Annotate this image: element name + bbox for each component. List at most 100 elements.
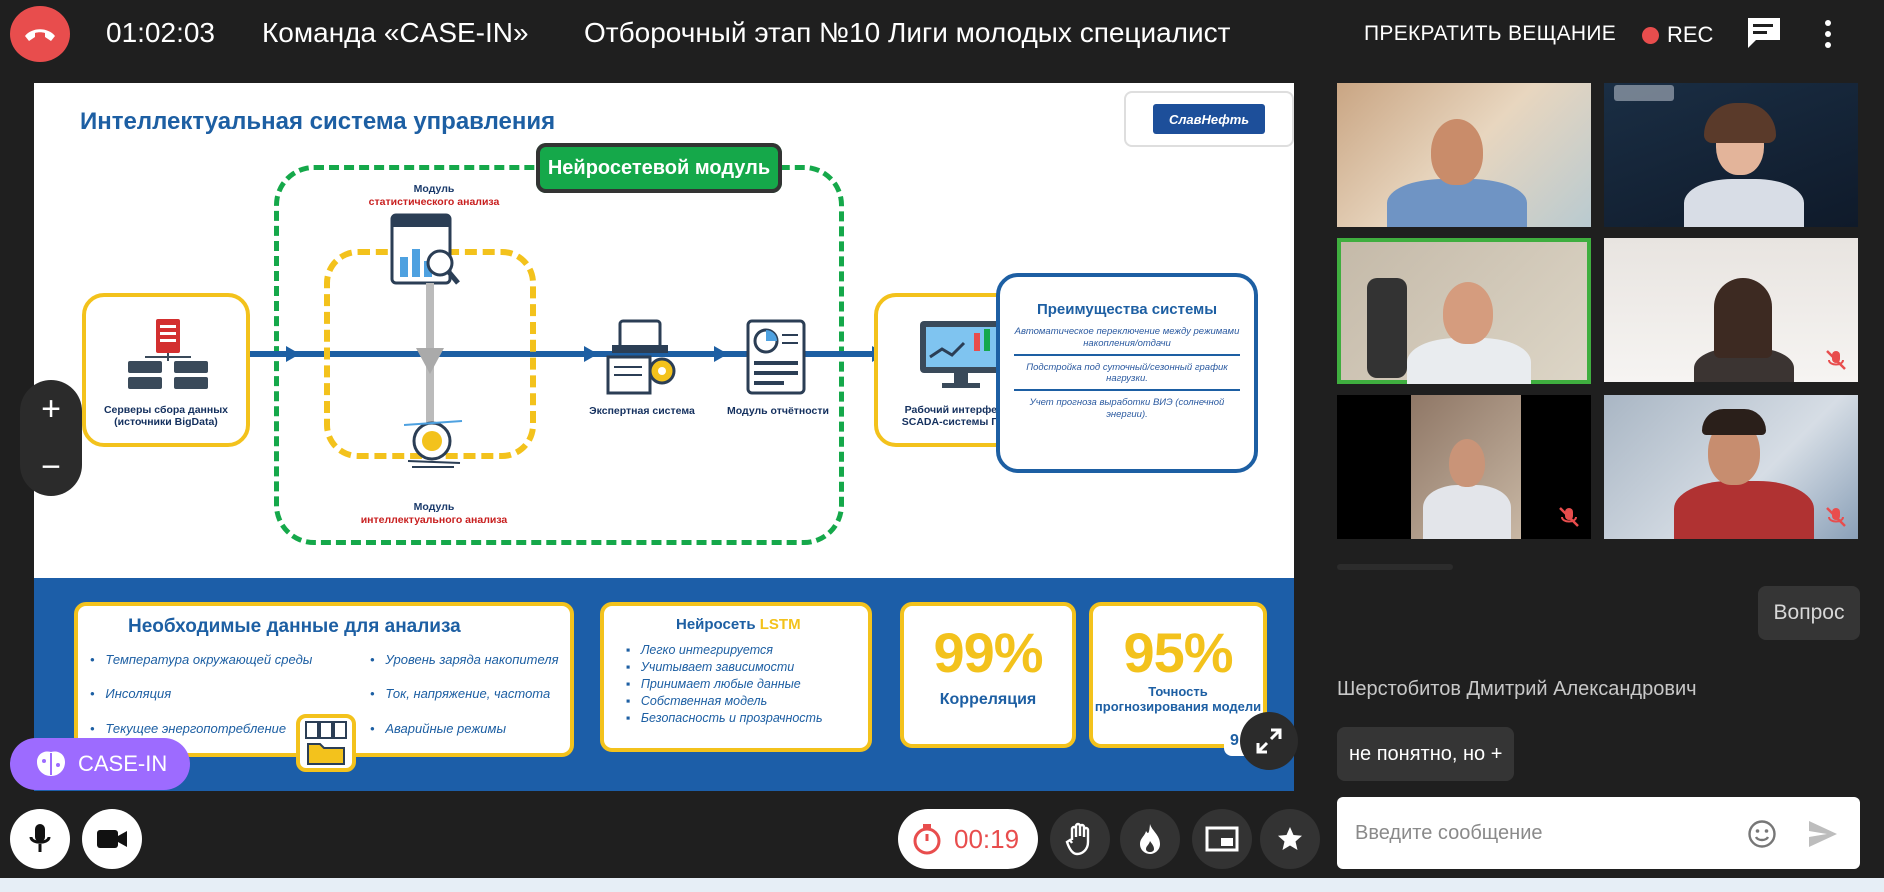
intel-module-label: Модуль интеллектуального анализа xyxy=(344,501,524,527)
elapsed-time: 01:02:03 xyxy=(106,17,215,48)
data-item: • Текущее энергопотребление xyxy=(90,721,287,736)
case-in-label: CASE-IN xyxy=(78,751,168,776)
conference-app: 01:02:03 Команда «CASE-IN» Отборочный эт… xyxy=(0,0,1884,892)
report-icon xyxy=(746,319,806,395)
video-camera-icon xyxy=(97,830,127,848)
microphone-button[interactable] xyxy=(10,809,70,869)
correlation-card: 99% Корреляция xyxy=(900,602,1076,748)
top-bar: 01:02:03 Команда «CASE-IN» Отборочный эт… xyxy=(0,0,1884,68)
lstm-title: Нейросеть LSTM xyxy=(676,616,801,633)
brain-logo-icon xyxy=(37,751,65,776)
lstm-item: ▪ Учитывает зависимости xyxy=(626,660,795,674)
more-menu-button[interactable] xyxy=(1816,16,1840,52)
participant-video-2[interactable] xyxy=(1604,83,1858,227)
participant-video-5[interactable] xyxy=(1337,395,1591,539)
rec-label: REC xyxy=(1667,22,1714,47)
participant-video-4[interactable] xyxy=(1604,238,1858,382)
analytics-report-icon xyxy=(390,213,460,285)
record-dot-icon xyxy=(1642,26,1659,44)
participant-video-3-active[interactable] xyxy=(1337,238,1591,384)
neural-module-label: Нейросетевой модуль xyxy=(536,143,782,193)
expert-system-label: Экспертная система xyxy=(589,405,695,417)
favorite-button[interactable] xyxy=(1260,809,1320,869)
screen-layout-icon xyxy=(1205,826,1239,852)
chat-input-box xyxy=(1337,797,1860,869)
emoji-button[interactable] xyxy=(1747,819,1777,849)
end-call-button[interactable] xyxy=(10,6,70,62)
chat-toggle-button[interactable] xyxy=(1746,16,1782,50)
expand-icon xyxy=(1256,728,1282,754)
speech-timer[interactable]: 00:19 xyxy=(898,809,1038,869)
chat-message: не понятно, но + xyxy=(1337,727,1515,781)
data-item: • Температура окружающей среды xyxy=(90,652,313,667)
fullscreen-button[interactable] xyxy=(1240,712,1298,770)
chat-icon xyxy=(1748,18,1780,48)
message-input[interactable] xyxy=(1355,821,1735,845)
servers-label: Серверы сбора данных (источники BigData) xyxy=(103,403,229,429)
advantages-title: Преимущества системы xyxy=(1036,301,1218,318)
picture-in-picture-button[interactable] xyxy=(1192,809,1252,869)
logo-mark: СлавНефть xyxy=(1153,104,1265,134)
monitor-icon xyxy=(920,321,1002,388)
mic-muted-icon xyxy=(1826,507,1846,527)
lstm-item: ▪ Легко интегрируется xyxy=(626,643,773,657)
accuracy-label: Точность прогнозирования модели xyxy=(1094,684,1262,714)
team-title: Команда «CASE-IN» xyxy=(262,17,529,48)
report-module-label: Модуль отчётности xyxy=(727,405,829,417)
participant-video-1[interactable] xyxy=(1337,83,1591,227)
intel-module-line2: интеллектуального анализа xyxy=(360,514,508,527)
accuracy-value: 95% xyxy=(1123,621,1233,684)
fire-icon xyxy=(1140,824,1160,854)
send-arrow-icon xyxy=(1809,821,1837,847)
stat-module-label: Модуль статистического анализа xyxy=(364,183,504,209)
servers-node: Серверы сбора данных (источники BigData) xyxy=(82,293,250,447)
correlation-label: Корреляция xyxy=(939,691,1037,708)
event-title: Отборочный этап №10 Лиги молодых специал… xyxy=(584,17,1231,48)
timer-value: 00:19 xyxy=(954,823,1020,854)
advantages-box: Преимущества системы Автоматическое пере… xyxy=(996,273,1258,473)
reaction-fire-button[interactable] xyxy=(1120,809,1180,869)
lstm-item: ▪ Принимает любые данные xyxy=(626,677,801,691)
data-item: • Ток, напряжение, частота xyxy=(370,686,551,701)
data-item: • Уровень заряда накопителя xyxy=(370,652,559,667)
slide-title: Интеллектуальная система управления xyxy=(80,108,556,135)
zoom-out-button[interactable]: − xyxy=(20,438,82,496)
stopwatch-icon xyxy=(913,824,941,855)
zoom-in-button[interactable]: + xyxy=(20,380,82,438)
advantage-item: Подстройка под суточный/сезонный график … xyxy=(1014,362,1240,392)
mic-muted-icon xyxy=(1826,350,1846,370)
company-logo: СлавНефть xyxy=(1124,91,1294,147)
stop-broadcast-button[interactable]: ПРЕКРАТИТЬ ВЕЩАНИЕ xyxy=(1364,22,1616,46)
lstm-card: Нейросеть LSTM ▪ Легко интегрируется ▪ У… xyxy=(600,602,872,752)
question-button[interactable]: Вопрос xyxy=(1758,586,1860,640)
hand-icon xyxy=(1065,822,1090,856)
participant-video-6[interactable] xyxy=(1604,395,1858,539)
smiley-icon xyxy=(1748,820,1776,848)
flow-arrow-icon xyxy=(714,346,728,362)
data-item: • Инсоляция xyxy=(90,686,172,701)
server-rack-icon xyxy=(128,319,208,389)
stat-module-line2: статистического анализа xyxy=(368,196,500,209)
camera-button[interactable] xyxy=(82,809,142,869)
star-icon xyxy=(1278,827,1302,850)
advantage-item: Автоматическое переключение между режима… xyxy=(1014,326,1240,356)
chat-sender-name: Шерстобитов Дмитрий Александрович xyxy=(1337,678,1697,700)
send-button[interactable] xyxy=(1807,819,1839,849)
flow-arrow-icon xyxy=(584,346,598,362)
stat-module-line1: Модуль xyxy=(413,183,455,195)
microphone-icon xyxy=(29,824,51,852)
slide-bottom-band: Необходимые данные для анализа • Темпера… xyxy=(34,578,1294,791)
flow-arrow-icon xyxy=(286,346,300,362)
zoom-control: + − xyxy=(20,380,82,496)
raise-hand-button[interactable] xyxy=(1050,809,1110,869)
down-arrow-icon xyxy=(416,348,444,374)
case-in-badge[interactable]: CASE-IN xyxy=(10,738,190,790)
correlation-value: 99% xyxy=(933,621,1043,684)
recording-indicator: REC xyxy=(1642,22,1713,48)
taskbar-strip xyxy=(0,878,1884,892)
shared-slide: Интеллектуальная система управления Слав… xyxy=(34,83,1294,791)
documents-folder-icon xyxy=(305,721,347,765)
lstm-list: ▪ Легко интегрируется ▪ Учитывает зависи… xyxy=(626,640,823,728)
case-in-watermark xyxy=(1614,85,1674,101)
ai-brain-icon xyxy=(404,420,463,468)
